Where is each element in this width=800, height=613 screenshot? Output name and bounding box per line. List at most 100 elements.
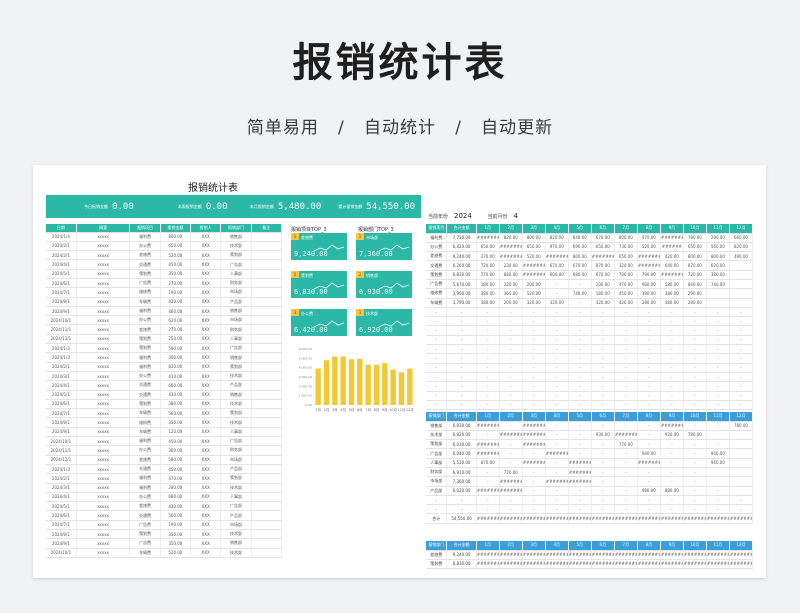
table-cell: 销售部	[426, 421, 448, 431]
table-cell: ######	[660, 242, 684, 253]
table-cell: -	[522, 467, 546, 478]
table-cell: 6,020.00	[446, 486, 477, 496]
year-label: 当前年份	[428, 214, 449, 220]
table-cell: 870.00	[476, 458, 500, 469]
table-cell: -	[476, 353, 500, 364]
column-header: 1月	[476, 541, 500, 551]
table-cell: -	[568, 448, 592, 459]
table-cell: XXX	[190, 232, 222, 242]
table-cell: -	[476, 307, 500, 318]
table-cell: ########	[522, 421, 546, 431]
table-cell: -	[545, 279, 569, 290]
table-cell: -	[545, 316, 569, 327]
table-cell: ########	[660, 550, 684, 560]
table-row: 2024/1/3 xxxxx 策划费 590.00 XXX 广告部	[46, 343, 283, 354]
table-cell: 320.00	[614, 260, 638, 271]
table-cell: 广告费	[129, 278, 161, 289]
table-cell: XXX	[190, 520, 222, 531]
table-cell: -	[522, 504, 546, 515]
table-cell: XXX	[190, 278, 222, 289]
table-cell: 680.00	[568, 270, 592, 281]
item-top3-title: 报销项目TOP_3	[291, 227, 327, 233]
table-cell: XXX	[190, 250, 222, 261]
table-cell: 差旅费	[426, 550, 448, 560]
table-cell: xxxxx	[76, 232, 131, 242]
table-cell: 2024/2/1	[46, 362, 77, 372]
table-cell: 740.00	[568, 288, 592, 299]
table-cell: XXX	[190, 241, 222, 252]
table-cell: -	[446, 325, 477, 336]
table-cell: 2024/6/1	[46, 399, 77, 410]
table-cell: -	[637, 421, 661, 431]
table-cell: ########	[683, 513, 707, 524]
table-cell: 670.00	[545, 260, 569, 271]
table-cell: ########	[499, 550, 523, 560]
table-cell: ########	[683, 550, 707, 560]
table-cell: -	[706, 363, 730, 373]
table-row: --------------	[426, 335, 754, 346]
table-cell: 380.00	[476, 288, 500, 299]
x-tick-label: 6月	[357, 407, 363, 412]
table-cell: 560.00	[706, 242, 730, 253]
table-cell: -	[591, 307, 615, 318]
table-cell: ########	[545, 251, 569, 262]
table-cell: -	[614, 400, 638, 411]
table-cell: ##########	[660, 421, 684, 431]
kpi-value: 0.00	[112, 201, 134, 212]
table-row: 差旅费 9,240.00 ###### ###### ###### ###### #####…	[426, 550, 754, 560]
table-row: 福利费7,730.00########820.00800.00820.00640…	[426, 233, 754, 243]
table-cell: -	[446, 335, 477, 346]
table-cell: -	[683, 335, 707, 346]
table-cell: -	[591, 335, 615, 346]
table-cell: -	[522, 344, 546, 355]
table-cell: 2024/5/1	[46, 269, 77, 280]
table-cell	[729, 486, 754, 496]
table-cell: -	[476, 495, 500, 506]
bar	[357, 358, 363, 405]
table-cell: -	[660, 495, 684, 506]
table-cell: ########	[499, 513, 523, 524]
table-cell	[251, 445, 283, 456]
table-cell: 2024/9/1	[46, 538, 77, 549]
table-cell: -	[426, 307, 448, 318]
table-cell: ########	[706, 559, 730, 570]
table-cell: -	[683, 372, 707, 383]
table-row: 2024/7/1 xxxxx 广告费 190.00 XXX 市场部	[46, 520, 283, 531]
table-cell: 730.00	[614, 242, 638, 253]
table-row: 维修费 3,900.00 380.00 360.00 520.00-740.00 180.…	[426, 288, 754, 299]
table-cell: 380.00	[660, 288, 684, 299]
table-cell: -	[660, 353, 684, 364]
table-cell: -	[591, 504, 615, 515]
table-cell: 策划费	[129, 399, 161, 410]
table-cell: 780.00	[729, 421, 754, 431]
table-cell	[251, 259, 283, 270]
table-cell: ########	[637, 513, 661, 524]
table-cell: -	[499, 363, 523, 373]
x-tick-label: 8月	[374, 407, 380, 412]
table-cell: -	[614, 458, 638, 469]
bar	[373, 364, 380, 405]
table-cell	[251, 455, 283, 465]
top3-card: 3 办公费 6,420.00	[291, 309, 347, 336]
table-cell: 190.00	[160, 520, 192, 531]
table-cell: 500.00	[160, 510, 192, 521]
page-subtitle: 简单易用 / 自动统计 / 自动更新	[246, 118, 554, 138]
table-cell: XXX	[190, 436, 222, 447]
table-cell: -	[660, 307, 684, 318]
column-header: 12月	[729, 412, 754, 422]
table-cell: -	[476, 316, 500, 327]
column-header: 12月	[729, 224, 754, 234]
month-label: 当前月份	[487, 214, 508, 220]
table-cell: -	[683, 344, 707, 355]
table-cell: -	[568, 363, 592, 373]
page-title: 报销统计表	[292, 40, 508, 86]
table-cell: -	[545, 325, 569, 336]
table-cell: 650.00	[476, 242, 500, 253]
table-cell: 2024/2/1	[46, 250, 77, 261]
table-cell: xxxxx	[76, 436, 131, 447]
table-cell: -	[729, 400, 754, 411]
table-cell: 920.00	[660, 430, 684, 441]
table-cell: -	[476, 335, 500, 346]
table-cell: 820.00	[499, 233, 523, 243]
table-cell: 780.00	[683, 430, 707, 441]
